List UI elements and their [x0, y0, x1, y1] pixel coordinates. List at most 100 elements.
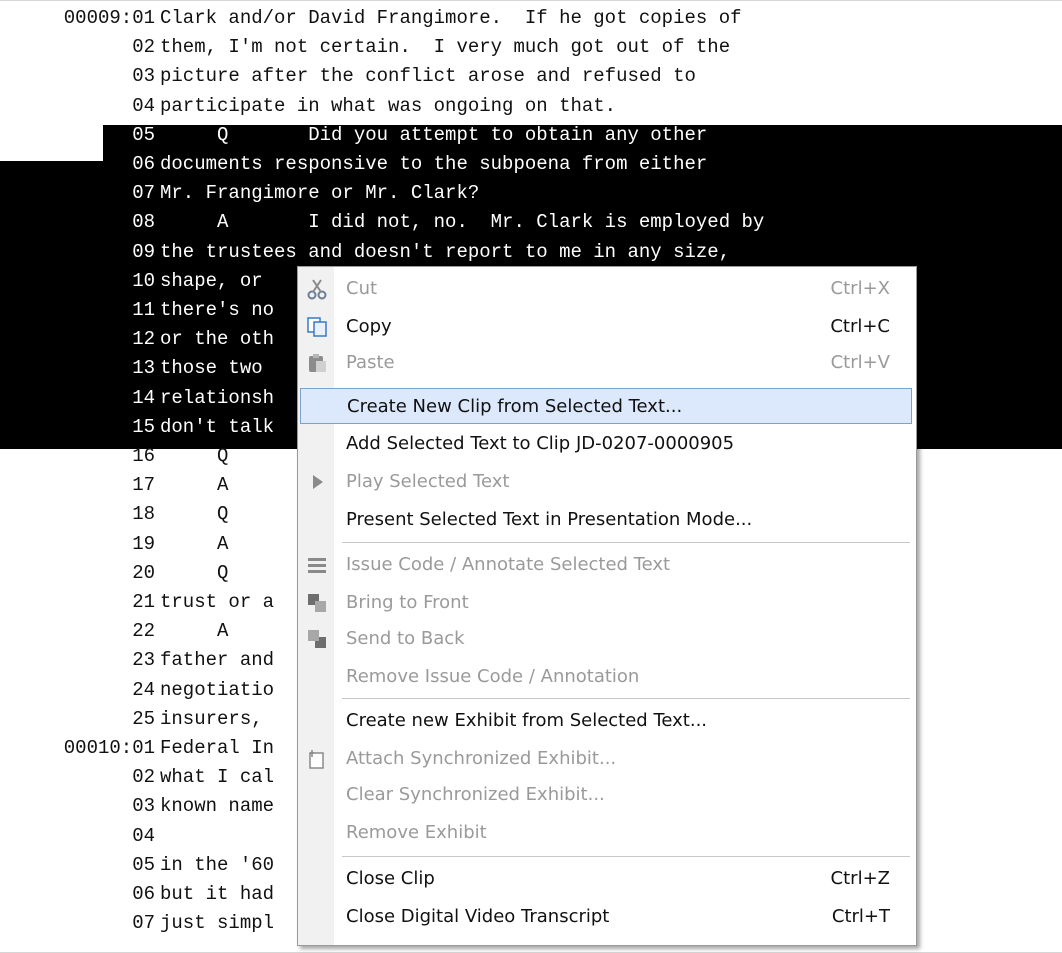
line-text: A	[160, 532, 229, 555]
transcript-line[interactable]: 00009:01 Clark and/or David Frangimore. I…	[0, 4, 1062, 33]
issue-code-icon	[308, 558, 326, 573]
play-icon	[313, 475, 323, 489]
transcript-line[interactable]: 06 documents responsive to the subpoena f…	[0, 150, 1062, 179]
menu-item-create-new-clip[interactable]: Create New Clip from Selected Text...	[300, 388, 912, 424]
line-text: A I did not, no. Mr. Clark is employed b…	[160, 211, 765, 234]
menu-item-issue-code[interactable]: Issue Code / Annotate Selected Text	[300, 547, 912, 583]
menu-separator	[342, 856, 910, 857]
line-text: father and	[160, 649, 275, 672]
menu-item-label: Create new Exhibit from Selected Text...	[346, 710, 708, 731]
line-text: participate in what was ongoing on that.	[160, 94, 617, 117]
line-number: 15	[132, 415, 155, 438]
line-text: what I cal	[160, 766, 275, 789]
menu-item-label: Cut	[346, 278, 378, 299]
line-number: 04	[132, 824, 155, 847]
line-number: 12	[132, 328, 155, 351]
menu-item-paste[interactable]: Paste Ctrl+V	[300, 345, 912, 381]
bring-to-front-icon	[308, 594, 326, 612]
line-number: 05	[132, 123, 155, 146]
copy-icon	[307, 317, 327, 337]
menu-item-copy[interactable]: Copy Ctrl+C	[300, 309, 912, 345]
menu-item-cut[interactable]: Cut Ctrl+X	[300, 271, 912, 307]
menu-item-clear-synchronized-exhibit[interactable]: Clear Synchronized Exhibit...	[300, 777, 912, 813]
line-text: don't talk	[160, 415, 275, 438]
line-text: insurers,	[160, 707, 263, 730]
transcript-line[interactable]: 08 A I did not, no. Mr. Clark is employe…	[0, 208, 1062, 237]
menu-item-label: Remove Issue Code / Annotation	[346, 666, 640, 687]
line-number: 17	[132, 474, 155, 497]
line-text: Q	[160, 561, 229, 584]
menu-item-shortcut: Ctrl+T	[831, 906, 890, 927]
transcript-line[interactable]: 09 the trustees and doesn't report to me …	[0, 238, 1062, 267]
menu-item-label: Close Clip	[346, 868, 435, 889]
line-number: 24	[132, 678, 155, 701]
line-text: shape, or	[160, 269, 263, 292]
line-number: 02	[132, 36, 155, 59]
line-number: 02	[132, 766, 155, 789]
context-menu: Cut Ctrl+X Copy Ctrl+C Paste Ctrl+V Crea…	[297, 266, 917, 946]
line-number: 00009:01	[63, 7, 155, 29]
line-text: negotiatio	[160, 678, 275, 701]
send-to-back-icon	[308, 630, 326, 648]
line-number: 07	[132, 912, 155, 935]
line-number: 05	[132, 853, 155, 876]
line-number: 13	[132, 357, 155, 380]
menu-item-shortcut: Ctrl+X	[830, 278, 890, 299]
line-text: documents responsive to the subpoena fro…	[160, 153, 708, 175]
transcript-line[interactable]: 02 them, I'm not certain. I very much got…	[0, 33, 1062, 62]
line-text: Q	[160, 503, 229, 526]
menu-item-attach-synchronized-exhibit[interactable]: Attach Synchronized Exhibit...	[300, 741, 912, 777]
menu-item-shortcut: Ctrl+C	[830, 316, 890, 337]
menu-item-label: Play Selected Text	[346, 471, 510, 492]
transcript-line[interactable]: 03 picture after the conflict arose and r…	[0, 62, 1062, 91]
line-text: relationsh	[160, 386, 275, 409]
menu-item-create-new-exhibit[interactable]: Create new Exhibit from Selected Text...	[300, 703, 912, 739]
menu-item-play-selected-text[interactable]: Play Selected Text	[300, 464, 912, 500]
menu-item-remove-exhibit[interactable]: Remove Exhibit	[300, 815, 912, 851]
menu-item-bring-to-front[interactable]: Bring to Front	[300, 585, 912, 621]
menu-item-label: Add Selected Text to Clip JD-0207-000090…	[346, 433, 735, 454]
line-number: 07	[132, 182, 155, 205]
menu-item-close-transcript[interactable]: Close Digital Video Transcript Ctrl+T	[300, 899, 912, 935]
menu-separator	[342, 698, 910, 699]
transcript-line[interactable]: 04 participate in what was ongoing on tha…	[0, 92, 1062, 121]
transcript-line[interactable]: 07 Mr. Frangimore or Mr. Clark?	[0, 179, 1062, 208]
line-number: 11	[132, 299, 155, 321]
menu-item-label: Copy	[346, 316, 392, 337]
menu-item-shortcut: Ctrl+V	[830, 352, 890, 373]
menu-item-label: Create New Clip from Selected Text...	[347, 396, 683, 417]
scissors-icon	[307, 279, 327, 300]
line-text: there's no	[160, 299, 275, 321]
menu-item-label: Bring to Front	[346, 592, 469, 613]
line-number: 16	[132, 445, 155, 467]
menu-item-send-to-back[interactable]: Send to Back	[300, 621, 912, 657]
menu-item-remove-issue-code[interactable]: Remove Issue Code / Annotation	[300, 659, 912, 695]
line-number: 23	[132, 649, 155, 672]
line-text: Mr. Frangimore or Mr. Clark?	[160, 182, 480, 205]
menu-item-label: Attach Synchronized Exhibit...	[346, 748, 617, 769]
line-number: 25	[132, 707, 155, 730]
line-number: 20	[132, 561, 155, 584]
menu-item-present-selected-text[interactable]: Present Selected Text in Presentation Mo…	[300, 502, 912, 538]
transcript-line[interactable]: 05 Q Did you attempt to obtain any other	[0, 121, 1062, 150]
line-text: trust or a	[160, 591, 275, 613]
menu-item-shortcut: Ctrl+Z	[830, 868, 890, 889]
menu-item-label: Present Selected Text in Presentation Mo…	[346, 509, 753, 530]
line-number: 21	[132, 591, 155, 613]
line-number: 09	[132, 240, 155, 263]
line-number: 04	[132, 94, 155, 117]
menu-item-add-to-clip[interactable]: Add Selected Text to Clip JD-0207-000090…	[300, 426, 912, 462]
menu-item-label: Paste	[346, 352, 395, 373]
menu-separator	[342, 542, 910, 543]
line-number: 06	[132, 153, 155, 175]
paste-icon	[309, 354, 326, 372]
line-text: picture after the conflict arose and ref…	[160, 65, 696, 88]
menu-item-label: Remove Exhibit	[346, 822, 487, 843]
line-text: A	[160, 620, 229, 643]
line-text: Q	[160, 445, 229, 467]
menu-item-close-clip[interactable]: Close Clip Ctrl+Z	[300, 861, 912, 897]
line-text: them, I'm not certain. I very much got o…	[160, 36, 731, 59]
menu-item-label: Issue Code / Annotate Selected Text	[346, 554, 671, 575]
line-text: or the oth	[160, 328, 275, 351]
line-number: 14	[132, 386, 155, 409]
